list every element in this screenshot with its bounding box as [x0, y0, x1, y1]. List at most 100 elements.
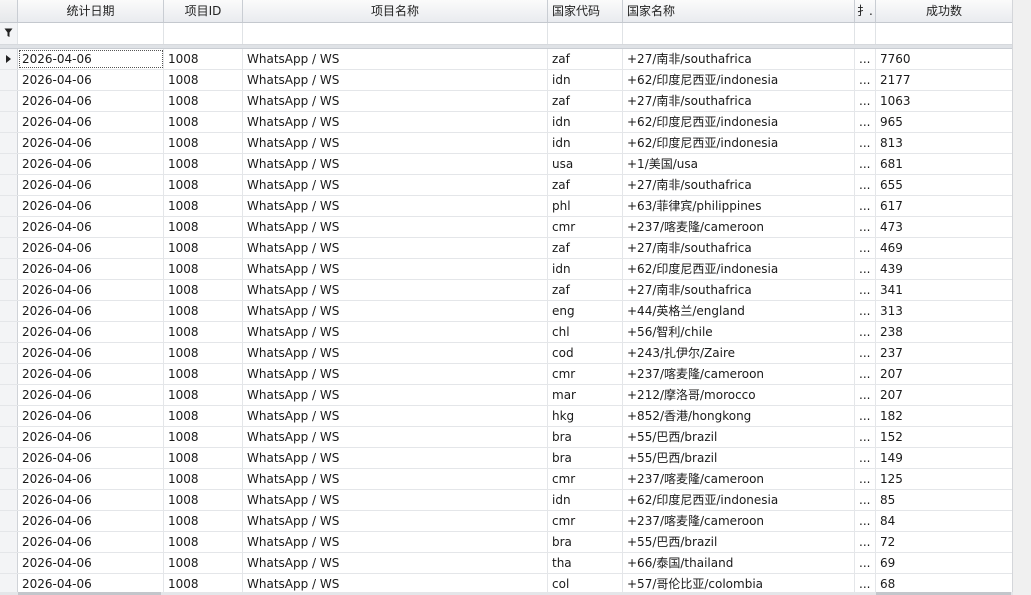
cell-success-count[interactable]: 84	[876, 511, 1013, 531]
cell-project-id[interactable]: 1008	[164, 133, 243, 153]
cell-project-id[interactable]: 1008	[164, 280, 243, 300]
cell-project-id[interactable]: 1008	[164, 343, 243, 363]
filter-cell-project-id[interactable]	[164, 23, 243, 44]
cell-country-name[interactable]: +237/喀麦隆/cameroon	[623, 511, 855, 531]
cell-date[interactable]: 2026-04-06	[18, 427, 164, 447]
row-indicator[interactable]	[0, 532, 18, 552]
cell-country-name[interactable]: +237/喀麦隆/cameroon	[623, 217, 855, 237]
cell-date[interactable]: 2026-04-06	[18, 406, 164, 426]
cell-country-code[interactable]: idn	[548, 70, 623, 90]
cell-country-name[interactable]: +27/南非/southafrica	[623, 91, 855, 111]
column-header-date[interactable]: 统计日期	[18, 0, 164, 22]
cell-truncated[interactable]: ...	[855, 364, 876, 384]
cell-country-name[interactable]: +66/泰国/thailand	[623, 553, 855, 573]
filter-cell-country-code[interactable]	[548, 23, 623, 44]
cell-project-name[interactable]: WhatsApp / WS	[243, 196, 548, 216]
cell-project-name[interactable]: WhatsApp / WS	[243, 553, 548, 573]
row-indicator[interactable]	[0, 490, 18, 510]
cell-truncated[interactable]: ...	[855, 532, 876, 552]
cell-success-count[interactable]: 473	[876, 217, 1013, 237]
cell-truncated[interactable]: ...	[855, 238, 876, 258]
cell-country-code[interactable]: idn	[548, 259, 623, 279]
cell-date[interactable]: 2026-04-06	[18, 259, 164, 279]
cell-country-name[interactable]: +62/印度尼西亚/indonesia	[623, 259, 855, 279]
cell-country-name[interactable]: +27/南非/southafrica	[623, 49, 855, 69]
cell-success-count[interactable]: 182	[876, 406, 1013, 426]
cell-country-name[interactable]: +62/印度尼西亚/indonesia	[623, 490, 855, 510]
table-row[interactable]: 2026-04-06 1008 WhatsApp / WS zaf +27/南非/sou…	[0, 280, 1031, 301]
cell-country-name[interactable]: +237/喀麦隆/cameroon	[623, 469, 855, 489]
cell-truncated[interactable]: ...	[855, 112, 876, 132]
cell-project-name[interactable]: WhatsApp / WS	[243, 238, 548, 258]
cell-date[interactable]: 2026-04-06	[18, 154, 164, 174]
cell-project-id[interactable]: 1008	[164, 427, 243, 447]
row-indicator[interactable]	[0, 364, 18, 384]
cell-truncated[interactable]: ...	[855, 154, 876, 174]
cell-project-name[interactable]: WhatsApp / WS	[243, 217, 548, 237]
cell-country-code[interactable]: cod	[548, 343, 623, 363]
cell-date[interactable]: 2026-04-06	[18, 343, 164, 363]
cell-country-code[interactable]: zaf	[548, 175, 623, 195]
cell-success-count[interactable]: 2177	[876, 70, 1013, 90]
cell-truncated[interactable]: ...	[855, 70, 876, 90]
table-row[interactable]: 2026-04-06 1008 WhatsApp / WS cod +243/扎伊尔/Z…	[0, 343, 1031, 364]
cell-country-name[interactable]: +212/摩洛哥/morocco	[623, 385, 855, 405]
cell-date[interactable]: 2026-04-06	[18, 364, 164, 384]
cell-success-count[interactable]: 72	[876, 532, 1013, 552]
table-row[interactable]: 2026-04-06 1008 WhatsApp / WS zaf +27/南非/sou…	[0, 91, 1031, 112]
cell-country-code[interactable]: zaf	[548, 49, 623, 69]
vertical-scrollbar[interactable]	[1012, 0, 1031, 595]
cell-country-name[interactable]: +62/印度尼西亚/indonesia	[623, 133, 855, 153]
cell-truncated[interactable]: ...	[855, 574, 876, 594]
cell-truncated[interactable]: ...	[855, 301, 876, 321]
column-header-project-id[interactable]: 项目ID	[164, 0, 243, 22]
cell-country-code[interactable]: zaf	[548, 91, 623, 111]
table-row[interactable]: 2026-04-06 1008 WhatsApp / WS tha +66/泰国/tha…	[0, 553, 1031, 574]
cell-truncated[interactable]: ...	[855, 343, 876, 363]
cell-project-id[interactable]: 1008	[164, 217, 243, 237]
cell-date[interactable]: 2026-04-06	[18, 196, 164, 216]
row-indicator[interactable]	[0, 448, 18, 468]
cell-country-name[interactable]: +237/喀麦隆/cameroon	[623, 364, 855, 384]
cell-truncated[interactable]: ...	[855, 196, 876, 216]
cell-country-name[interactable]: +63/菲律宾/philippines	[623, 196, 855, 216]
table-row[interactable]: 2026-04-06 1008 WhatsApp / WS cmr +237/喀麦隆/c…	[0, 364, 1031, 385]
cell-date[interactable]: 2026-04-06	[18, 280, 164, 300]
cell-country-code[interactable]: zaf	[548, 280, 623, 300]
row-indicator[interactable]	[0, 511, 18, 531]
cell-project-id[interactable]: 1008	[164, 574, 243, 594]
cell-date[interactable]: 2026-04-06	[18, 49, 164, 69]
cell-project-id[interactable]: 1008	[164, 469, 243, 489]
row-indicator[interactable]	[0, 133, 18, 153]
cell-project-name[interactable]: WhatsApp / WS	[243, 301, 548, 321]
column-header-truncated[interactable]: 扌.	[855, 0, 876, 22]
cell-country-name[interactable]: +1/美国/usa	[623, 154, 855, 174]
cell-project-name[interactable]: WhatsApp / WS	[243, 469, 548, 489]
cell-country-code[interactable]: cmr	[548, 364, 623, 384]
cell-success-count[interactable]: 617	[876, 196, 1013, 216]
table-row[interactable]: 2026-04-06 1008 WhatsApp / WS bra +55/巴西/bra…	[0, 448, 1031, 469]
row-indicator[interactable]	[0, 280, 18, 300]
row-indicator[interactable]	[0, 385, 18, 405]
cell-date[interactable]: 2026-04-06	[18, 490, 164, 510]
cell-project-name[interactable]: WhatsApp / WS	[243, 259, 548, 279]
table-row[interactable]: 2026-04-06 1008 WhatsApp / WS cmr +237/喀麦隆/c…	[0, 511, 1031, 532]
filter-cell-date[interactable]	[18, 23, 164, 44]
cell-success-count[interactable]: 1063	[876, 91, 1013, 111]
cell-country-code[interactable]: idn	[548, 133, 623, 153]
cell-project-id[interactable]: 1008	[164, 70, 243, 90]
cell-country-name[interactable]: +55/巴西/brazil	[623, 532, 855, 552]
cell-truncated[interactable]: ...	[855, 469, 876, 489]
cell-country-name[interactable]: +44/英格兰/england	[623, 301, 855, 321]
cell-project-name[interactable]: WhatsApp / WS	[243, 175, 548, 195]
row-indicator[interactable]	[0, 91, 18, 111]
table-row[interactable]: 2026-04-06 1008 WhatsApp / WS cmr +237/喀麦隆/c…	[0, 217, 1031, 238]
row-indicator[interactable]	[0, 70, 18, 90]
cell-project-id[interactable]: 1008	[164, 49, 243, 69]
cell-date[interactable]: 2026-04-06	[18, 469, 164, 489]
cell-project-id[interactable]: 1008	[164, 406, 243, 426]
filter-cell-project-name[interactable]	[243, 23, 548, 44]
table-row[interactable]: 2026-04-06 1008 WhatsApp / WS eng +44/英格兰/en…	[0, 301, 1031, 322]
table-row[interactable]: 2026-04-06 1008 WhatsApp / WS idn +62/印度尼西亚/…	[0, 112, 1031, 133]
cell-project-name[interactable]: WhatsApp / WS	[243, 406, 548, 426]
